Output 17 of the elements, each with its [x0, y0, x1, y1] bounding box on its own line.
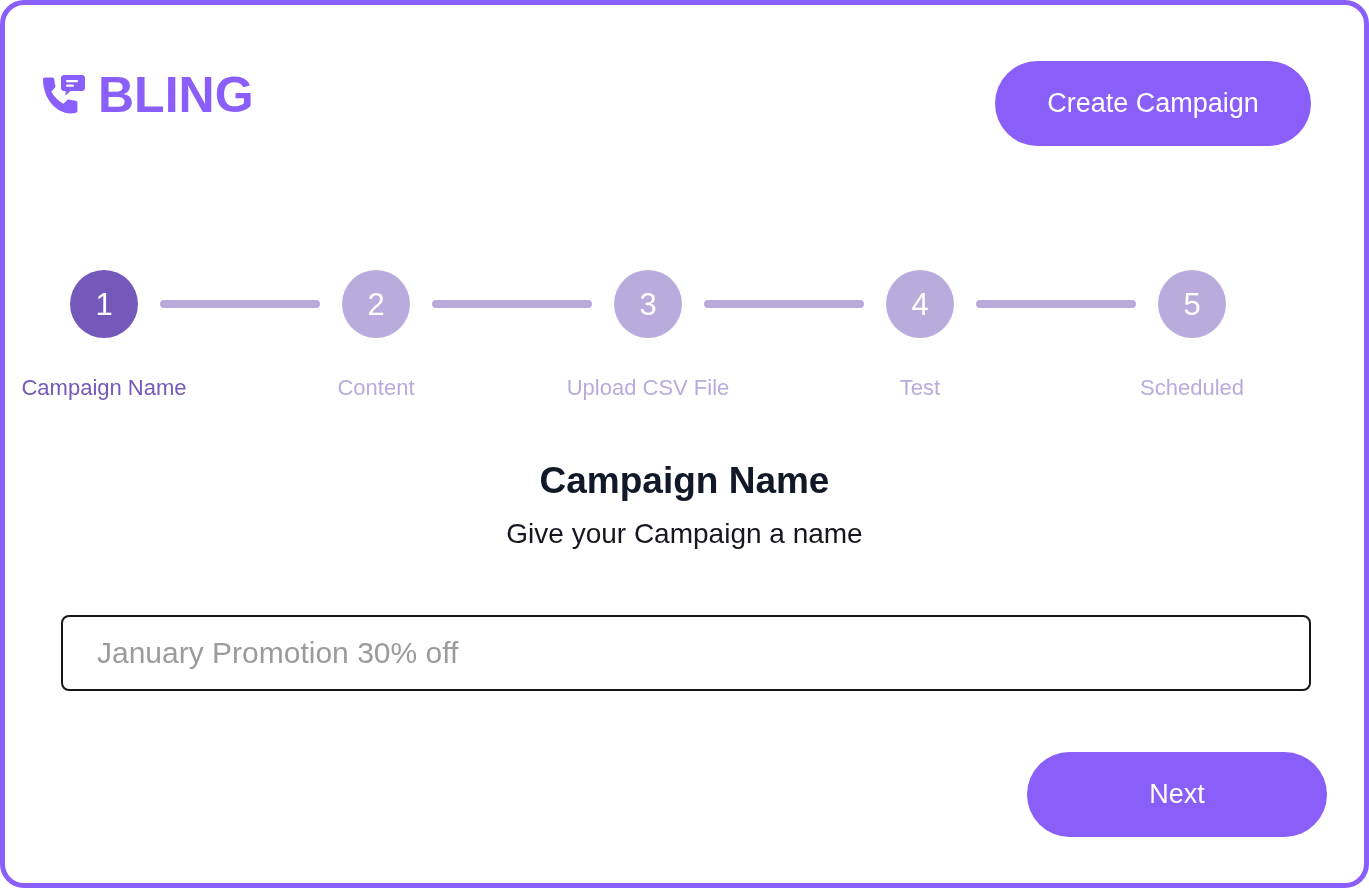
step-number[interactable]: 4	[886, 270, 954, 338]
next-button[interactable]: Next	[1027, 752, 1327, 837]
phone-chat-icon	[43, 74, 85, 116]
step-number[interactable]: 5	[1158, 270, 1226, 338]
section-subtitle: Give your Campaign a name	[506, 517, 863, 551]
step-label: Scheduled	[1140, 375, 1244, 401]
step-number[interactable]: 1	[70, 270, 138, 338]
step-label: Content	[337, 375, 415, 401]
step-label: Test	[899, 375, 941, 401]
step-label: Campaign Name	[21, 375, 187, 401]
section-title: Campaign Name	[539, 459, 830, 503]
campaign-name-field[interactable]: January Promotion 30% off	[61, 615, 1311, 691]
step-number[interactable]: 2	[342, 270, 410, 338]
step-label: Upload CSV File	[566, 375, 730, 401]
step-number[interactable]: 3	[614, 270, 682, 338]
brand-name: BLING	[98, 70, 254, 120]
create-campaign-button[interactable]: Create Campaign	[995, 61, 1311, 146]
